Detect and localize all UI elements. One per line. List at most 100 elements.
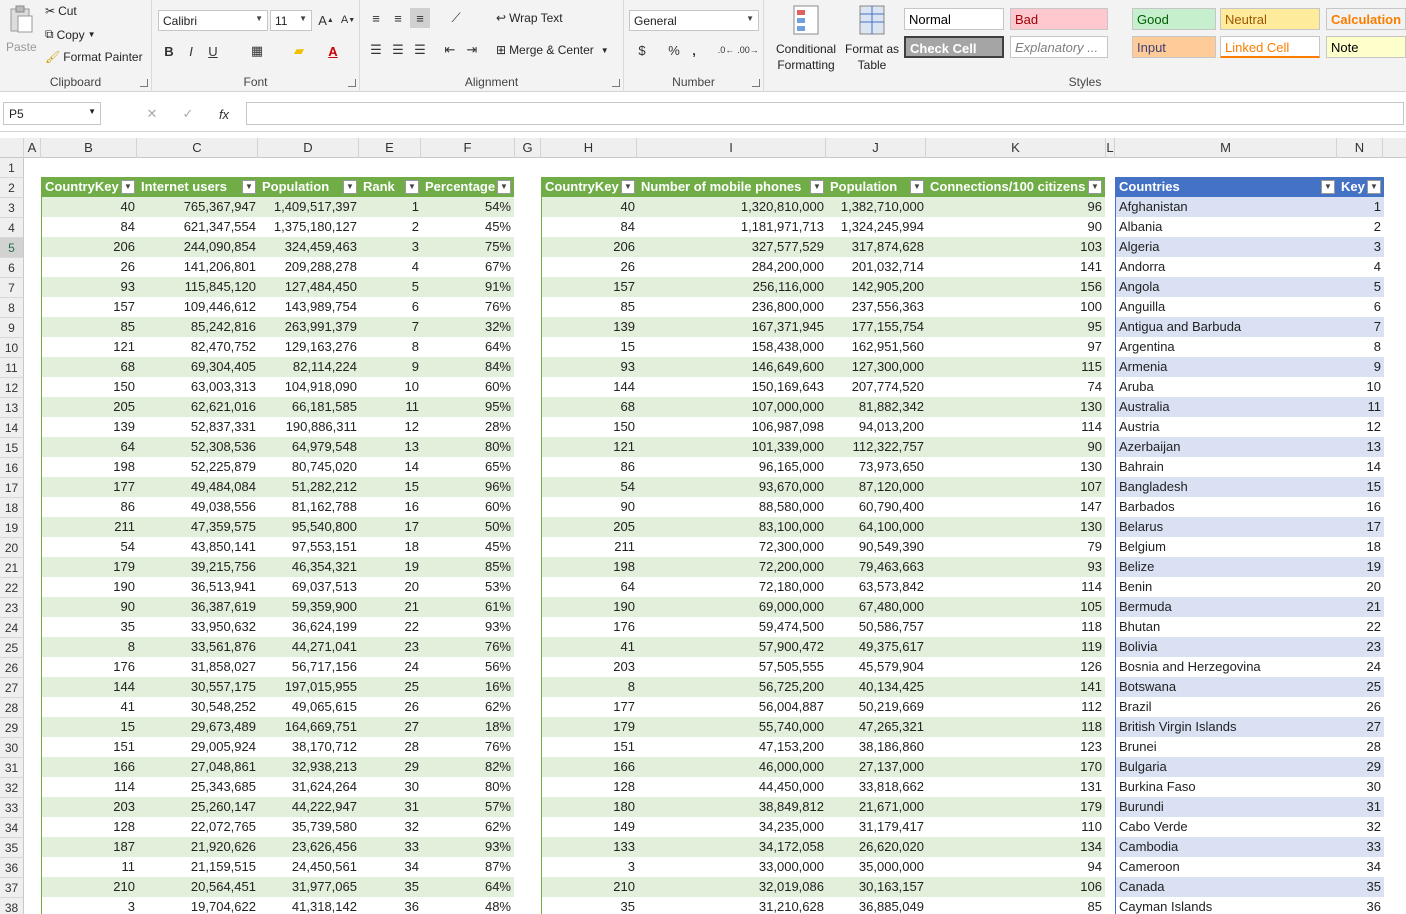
table-cell[interactable]: 141 bbox=[927, 257, 1105, 277]
table-cell[interactable]: 81,882,342 bbox=[827, 397, 927, 417]
table-cell[interactable]: 36,885,049 bbox=[827, 897, 927, 914]
table-cell[interactable]: 5 bbox=[360, 277, 422, 297]
table-cell[interactable]: Algeria bbox=[1116, 237, 1338, 257]
table-cell[interactable]: 21,159,515 bbox=[138, 857, 259, 877]
table-cell[interactable]: 139 bbox=[42, 417, 138, 437]
cell-style-normal[interactable]: Normal bbox=[904, 8, 1004, 30]
table-cell[interactable]: 50% bbox=[422, 517, 514, 537]
table-cell[interactable]: 176 bbox=[42, 657, 138, 677]
table-cell[interactable]: 43,850,141 bbox=[138, 537, 259, 557]
align-center-icon[interactable]: ☰ bbox=[388, 40, 408, 60]
column-header-M[interactable]: M bbox=[1115, 138, 1337, 158]
table-cell[interactable]: 16 bbox=[360, 497, 422, 517]
table-cell[interactable]: 107 bbox=[927, 477, 1105, 497]
underline-button[interactable]: U bbox=[204, 41, 222, 61]
table-cell[interactable]: 76% bbox=[422, 637, 514, 657]
table-cell[interactable]: Aruba bbox=[1116, 377, 1338, 397]
table-cell[interactable]: 23 bbox=[360, 637, 422, 657]
cancel-icon[interactable]: ✕ bbox=[142, 104, 162, 124]
table-cell[interactable]: 96 bbox=[927, 197, 1105, 217]
table-cell[interactable]: 22 bbox=[1338, 617, 1384, 637]
table-cell[interactable]: 46,000,000 bbox=[638, 757, 827, 777]
table-cell[interactable]: 6 bbox=[1338, 297, 1384, 317]
row-header-15[interactable]: 15 bbox=[0, 438, 24, 458]
table-cell[interactable]: 80,745,020 bbox=[259, 457, 360, 477]
table-cell[interactable]: 13 bbox=[360, 437, 422, 457]
table-cell[interactable]: 35,739,580 bbox=[259, 817, 360, 837]
table-cell[interactable]: 170 bbox=[927, 757, 1105, 777]
table-cell[interactable]: 2 bbox=[1338, 217, 1384, 237]
table-cell[interactable]: 32,938,213 bbox=[259, 757, 360, 777]
table-cell[interactable]: 97,553,151 bbox=[259, 537, 360, 557]
table-cell[interactable]: 69,037,513 bbox=[259, 577, 360, 597]
table-cell[interactable]: 25 bbox=[1338, 677, 1384, 697]
table-cell[interactable]: 30,548,252 bbox=[138, 697, 259, 717]
table-cell[interactable]: 26 bbox=[1338, 697, 1384, 717]
font-name-dropdown[interactable]: Calibri ▼ bbox=[158, 10, 268, 31]
table-cell[interactable]: 203 bbox=[542, 657, 638, 677]
table-header-cell[interactable]: CountryKey ▼ bbox=[542, 177, 638, 197]
table-cell[interactable]: 127,484,450 bbox=[259, 277, 360, 297]
table-cell[interactable]: 24,450,561 bbox=[259, 857, 360, 877]
table-cell[interactable]: 33,950,632 bbox=[138, 617, 259, 637]
table-cell[interactable]: 38,186,860 bbox=[827, 737, 927, 757]
table-cell[interactable]: 15 bbox=[360, 477, 422, 497]
table-cell[interactable]: 68 bbox=[42, 357, 138, 377]
table-cell[interactable]: 84% bbox=[422, 357, 514, 377]
table-cell[interactable]: 112 bbox=[927, 697, 1105, 717]
table-header-cell[interactable]: Population ▼ bbox=[827, 177, 927, 197]
column-header-K[interactable]: K bbox=[926, 138, 1106, 158]
table-cell[interactable]: 36,624,199 bbox=[259, 617, 360, 637]
table-cell[interactable]: 29,005,924 bbox=[138, 737, 259, 757]
table-cell[interactable]: 26,620,020 bbox=[827, 837, 927, 857]
table-cell[interactable]: 157 bbox=[42, 297, 138, 317]
table-cell[interactable]: 15 bbox=[542, 337, 638, 357]
filter-dropdown-icon[interactable]: ▼ bbox=[1088, 180, 1102, 194]
table-cell[interactable]: 1,324,245,994 bbox=[827, 217, 927, 237]
row-header-11[interactable]: 11 bbox=[0, 358, 24, 378]
table-cell[interactable]: 57,900,472 bbox=[638, 637, 827, 657]
row-header-6[interactable]: 6 bbox=[0, 258, 24, 278]
table-cell[interactable]: Cambodia bbox=[1116, 837, 1338, 857]
table-cell[interactable]: 48% bbox=[422, 897, 514, 914]
row-header-1[interactable]: 1 bbox=[0, 158, 24, 178]
table-cell[interactable]: 62,621,016 bbox=[138, 397, 259, 417]
filter-dropdown-icon[interactable]: ▼ bbox=[1321, 180, 1335, 194]
copy-button[interactable]: ⧉ Copy ▼ bbox=[45, 27, 96, 42]
table-cell[interactable]: 32 bbox=[1338, 817, 1384, 837]
table-cell[interactable]: 75% bbox=[422, 237, 514, 257]
table-cell[interactable]: 107,000,000 bbox=[638, 397, 827, 417]
table-cell[interactable]: 101,339,000 bbox=[638, 437, 827, 457]
table-cell[interactable]: 93,670,000 bbox=[638, 477, 827, 497]
table-cell[interactable]: 64 bbox=[42, 437, 138, 457]
table-cell[interactable]: 327,577,529 bbox=[638, 237, 827, 257]
fill-color-icon[interactable]: ▰ bbox=[290, 41, 308, 61]
row-header-13[interactable]: 13 bbox=[0, 398, 24, 418]
table-cell[interactable]: Burundi bbox=[1116, 797, 1338, 817]
table-cell[interactable]: 44,271,041 bbox=[259, 637, 360, 657]
table-cell[interactable]: Cameroon bbox=[1116, 857, 1338, 877]
row-header-29[interactable]: 29 bbox=[0, 718, 24, 738]
name-box[interactable]: P5 ▼ bbox=[3, 102, 101, 125]
format-as-table-button[interactable]: Format as Table bbox=[844, 4, 900, 73]
table-cell[interactable]: 317,874,628 bbox=[827, 237, 927, 257]
table-cell[interactable]: 45% bbox=[422, 217, 514, 237]
table-cell[interactable]: 87,120,000 bbox=[827, 477, 927, 497]
row-header-23[interactable]: 23 bbox=[0, 598, 24, 618]
table-cell[interactable]: Burkina Faso bbox=[1116, 777, 1338, 797]
table-cell[interactable]: Angola bbox=[1116, 277, 1338, 297]
table-cell[interactable]: 10 bbox=[360, 377, 422, 397]
table-cell[interactable]: 27 bbox=[1338, 717, 1384, 737]
table-cell[interactable]: 34,235,000 bbox=[638, 817, 827, 837]
table-cell[interactable]: British Virgin Islands bbox=[1116, 717, 1338, 737]
table-cell[interactable]: 130 bbox=[927, 517, 1105, 537]
table-cell[interactable]: 106 bbox=[927, 877, 1105, 897]
table-cell[interactable]: 33,818,662 bbox=[827, 777, 927, 797]
table-cell[interactable]: 33 bbox=[1338, 837, 1384, 857]
table-cell[interactable]: Armenia bbox=[1116, 357, 1338, 377]
table-cell[interactable]: 90 bbox=[42, 597, 138, 617]
increase-decimal-icon[interactable]: .0← bbox=[716, 40, 736, 60]
table-cell[interactable]: 30 bbox=[360, 777, 422, 797]
table-cell[interactable]: 2 bbox=[360, 217, 422, 237]
table-cell[interactable]: 26 bbox=[360, 697, 422, 717]
